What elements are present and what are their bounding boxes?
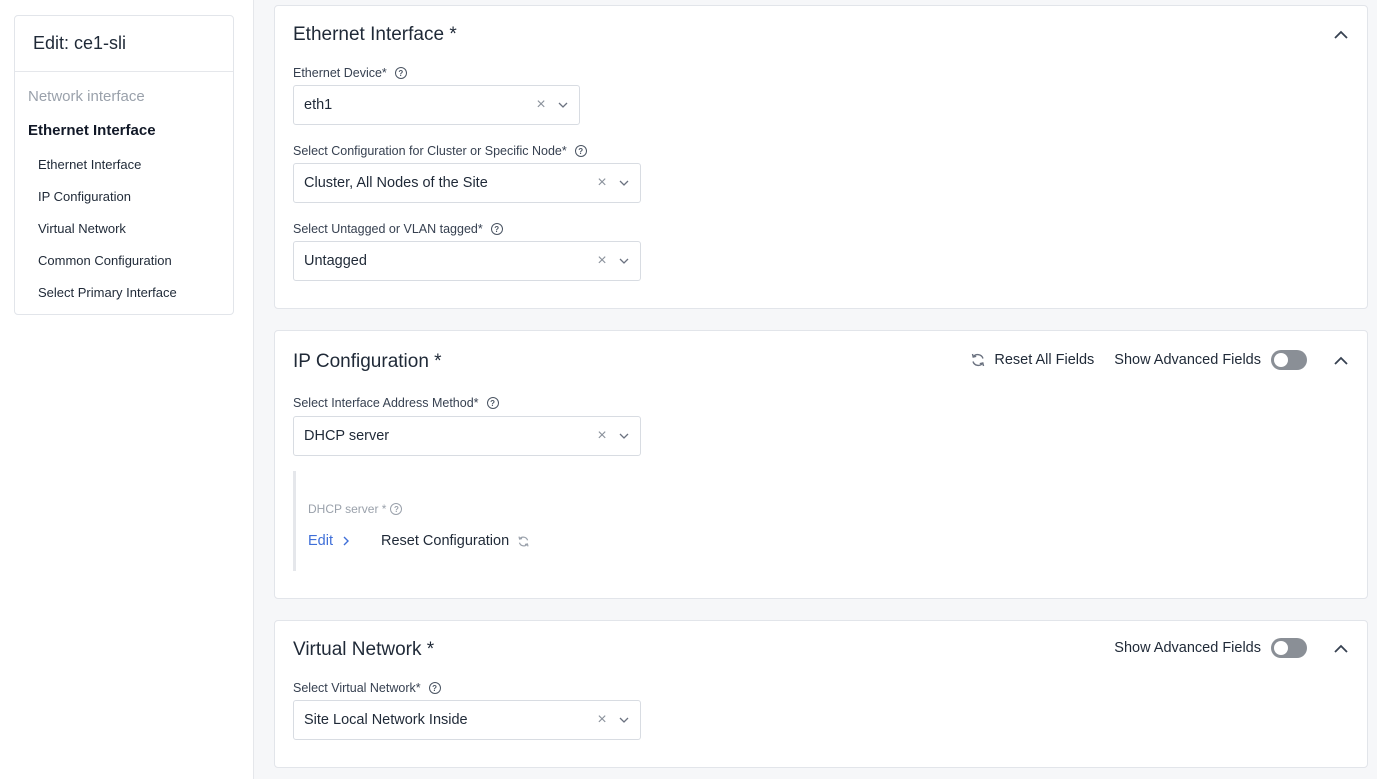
chevron-down-icon[interactable] bbox=[618, 255, 630, 267]
ethernet-interface-card: Ethernet Interface * Ethernet Device* ? … bbox=[274, 5, 1368, 309]
dhcp-edit-link[interactable]: Edit bbox=[308, 533, 349, 549]
show-advanced-toggle[interactable] bbox=[1271, 638, 1307, 658]
sidebar-nav: Edit: ce1-sli Network interface Ethernet… bbox=[14, 15, 234, 315]
chevron-right-icon bbox=[343, 536, 349, 546]
vlan-label: Select Untagged or VLAN tagged* ? bbox=[293, 222, 503, 236]
reset-all-fields-button[interactable]: Reset All Fields bbox=[970, 352, 1094, 368]
select-value: eth1 bbox=[304, 97, 333, 113]
ip-configuration-card: IP Configuration * Reset All Fields Show… bbox=[274, 330, 1368, 599]
sidebar-section-network-interface[interactable]: Network interface bbox=[28, 88, 145, 105]
sidebar-item-virtual-network[interactable]: Virtual Network bbox=[38, 221, 126, 236]
vlan-select[interactable]: Untagged × bbox=[293, 241, 641, 281]
sidebar-title: Edit: ce1-sli bbox=[15, 16, 233, 72]
dhcp-server-subsection: DHCP server * ? Edit Reset Configuration bbox=[293, 471, 593, 571]
sidebar-item-ethernet-interface[interactable]: Ethernet Interface bbox=[38, 157, 141, 172]
virtual-network-card: Virtual Network * Show Advanced Fields S… bbox=[274, 620, 1368, 768]
help-icon[interactable]: ? bbox=[490, 223, 503, 235]
clear-icon[interactable]: × bbox=[594, 174, 610, 192]
clear-icon[interactable]: × bbox=[533, 96, 549, 114]
collapse-chevron-up-icon[interactable] bbox=[1331, 356, 1351, 365]
ethernet-device-select[interactable]: eth1 × bbox=[293, 85, 580, 125]
dhcp-server-label: DHCP server * ? bbox=[308, 502, 403, 516]
help-icon[interactable]: ? bbox=[428, 682, 441, 694]
cluster-config-select[interactable]: Cluster, All Nodes of the Site × bbox=[293, 163, 641, 203]
sidebar-item-common-configuration[interactable]: Common Configuration bbox=[38, 253, 172, 268]
clear-icon[interactable]: × bbox=[594, 252, 610, 270]
refresh-icon bbox=[518, 535, 529, 547]
toggle-knob bbox=[1274, 353, 1288, 367]
address-method-select[interactable]: DHCP server × bbox=[293, 416, 641, 456]
sidebar-item-ip-configuration[interactable]: IP Configuration bbox=[38, 189, 131, 204]
chevron-down-icon[interactable] bbox=[618, 177, 630, 189]
refresh-icon bbox=[972, 353, 985, 367]
help-icon[interactable]: ? bbox=[574, 145, 587, 157]
chevron-down-icon[interactable] bbox=[557, 99, 569, 111]
clear-icon[interactable]: × bbox=[594, 711, 610, 729]
collapse-chevron-up-icon[interactable] bbox=[1331, 24, 1351, 44]
collapse-chevron-up-icon[interactable] bbox=[1331, 644, 1351, 653]
left-panel: Edit: ce1-sli Network interface Ethernet… bbox=[0, 0, 254, 779]
help-icon[interactable]: ? bbox=[390, 503, 403, 515]
ethernet-device-label: Ethernet Device* ? bbox=[293, 66, 407, 80]
help-icon[interactable]: ? bbox=[486, 397, 499, 409]
card-title: Ethernet Interface * bbox=[293, 24, 457, 45]
reset-configuration-button[interactable]: Reset Configuration bbox=[381, 533, 530, 549]
virtual-network-select[interactable]: Site Local Network Inside × bbox=[293, 700, 641, 740]
address-method-label: Select Interface Address Method* ? bbox=[293, 396, 499, 410]
select-value: Cluster, All Nodes of the Site bbox=[304, 175, 488, 191]
card-title: IP Configuration * bbox=[293, 351, 442, 372]
show-advanced-label: Show Advanced Fields bbox=[1114, 352, 1261, 368]
chevron-down-icon[interactable] bbox=[618, 430, 630, 442]
sidebar-item-select-primary-interface[interactable]: Select Primary Interface bbox=[38, 285, 177, 300]
show-advanced-label: Show Advanced Fields bbox=[1114, 640, 1261, 656]
help-icon[interactable]: ? bbox=[394, 67, 407, 79]
sidebar-group-ethernet-interface[interactable]: Ethernet Interface bbox=[28, 122, 156, 139]
show-advanced-toggle[interactable] bbox=[1271, 350, 1307, 370]
card-header-actions: Reset All Fields Show Advanced Fields bbox=[970, 350, 1351, 370]
card-header-actions: Show Advanced Fields bbox=[1114, 638, 1351, 658]
card-title: Virtual Network * bbox=[293, 639, 435, 660]
select-value: Site Local Network Inside bbox=[304, 712, 468, 728]
chevron-down-icon[interactable] bbox=[618, 714, 630, 726]
virtual-network-label: Select Virtual Network* ? bbox=[293, 681, 441, 695]
select-value: DHCP server bbox=[304, 428, 390, 444]
select-value: Untagged bbox=[304, 253, 367, 269]
clear-icon[interactable]: × bbox=[594, 427, 610, 445]
toggle-knob bbox=[1274, 641, 1288, 655]
cluster-config-label: Select Configuration for Cluster or Spec… bbox=[293, 144, 587, 158]
